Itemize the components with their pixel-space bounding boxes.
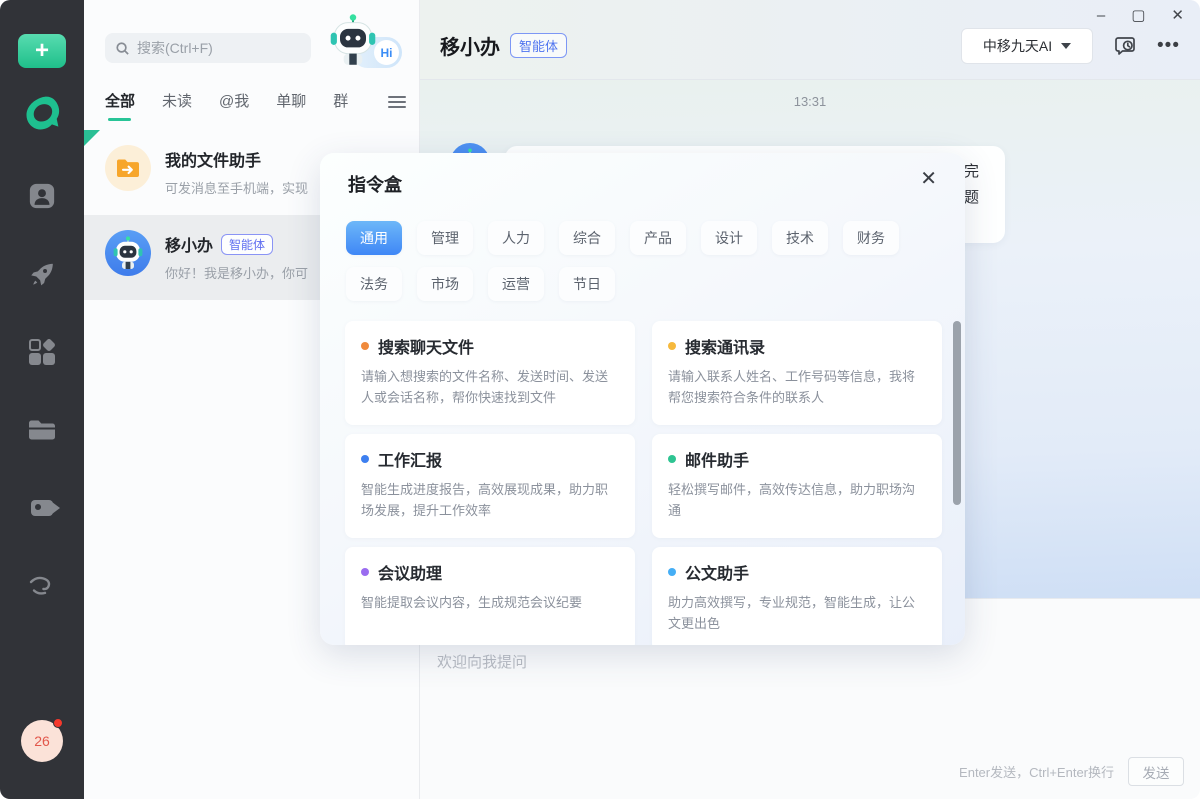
card-description: 助力高效撰写，专业规范，智能生成，让公文更出色	[668, 592, 926, 634]
chat-item-title: 我的文件助手	[165, 147, 261, 171]
agent-badge: 智能体	[510, 33, 567, 58]
tab-unread[interactable]: 未读	[162, 90, 192, 121]
category-tab[interactable]: 综合	[559, 221, 615, 255]
chat-item-subtitle: 你好！我是移小办，你可	[165, 263, 308, 282]
category-tab[interactable]: 通用	[346, 221, 402, 255]
category-tab[interactable]: 财务	[843, 221, 899, 255]
tab-at-me[interactable]: @我	[219, 90, 249, 121]
card-dot-icon	[361, 455, 369, 463]
search-placeholder: 搜索(Ctrl+F)	[137, 38, 213, 58]
chat-item-title: 移小办	[165, 232, 213, 256]
category-tab[interactable]: 节日	[559, 267, 615, 301]
tab-single-chat[interactable]: 单聊	[276, 90, 306, 121]
workbench-apps-icon[interactable]	[26, 336, 58, 368]
minimize-button[interactable]: –	[1097, 8, 1105, 23]
search-input[interactable]: 搜索(Ctrl+F)	[105, 33, 311, 63]
notification-dot	[53, 718, 63, 728]
scrollbar-thumb[interactable]	[953, 321, 961, 505]
category-tab[interactable]: 人力	[488, 221, 544, 255]
card-description: 请输入想搜索的文件名称、发送时间、发送人或会话名称，帮你快速找到文件	[361, 366, 619, 408]
category-tab[interactable]: 技术	[772, 221, 828, 255]
page-title: 移小办	[440, 31, 500, 60]
card-dot-icon	[668, 455, 676, 463]
category-tab[interactable]: 管理	[417, 221, 473, 255]
category-tab[interactable]: 产品	[630, 221, 686, 255]
folder-arrow-icon	[105, 145, 151, 191]
tab-all[interactable]: 全部	[105, 90, 135, 121]
cloud-icon[interactable]	[26, 570, 58, 602]
sidebar: +	[0, 0, 84, 799]
user-avatar[interactable]: 26	[21, 720, 63, 762]
card-description: 智能提取会议内容，生成规范会议纪要	[361, 592, 619, 613]
chevron-down-icon	[1061, 43, 1071, 49]
robot-avatar	[105, 230, 151, 276]
search-icon	[115, 41, 130, 56]
hamburger-list-icon	[387, 94, 407, 110]
card-dot-icon	[668, 342, 676, 350]
card-description: 轻松撰写邮件，高效传达信息，助力职场沟通	[668, 479, 926, 521]
more-options-icon[interactable]: •••	[1157, 35, 1180, 57]
close-icon[interactable]: ✕	[920, 169, 937, 189]
model-selector-dropdown[interactable]: 中移九天AI	[961, 28, 1093, 64]
card-dot-icon	[668, 568, 676, 576]
maximize-button[interactable]: ▢	[1131, 8, 1145, 23]
pinned-corner-marker	[84, 130, 100, 146]
chat-item-subtitle: 可发消息至手机端，实现	[165, 178, 308, 197]
assistant-robot-icon[interactable]	[328, 14, 378, 66]
category-tabs: 通用 管理 人力 综合 产品 设计 技术 财务 法务 市场 运营 节日	[346, 221, 941, 301]
command-card[interactable]: 搜索聊天文件 请输入想搜索的文件名称、发送时间、发送人或会话名称，帮你快速找到文…	[345, 321, 635, 425]
modal-title: 指令盒	[348, 171, 402, 197]
command-card[interactable]: 工作汇报 智能生成进度报告，高效展现成果，助力职场发展，提升工作效率	[345, 434, 635, 538]
composer-placeholder: 欢迎向我提问	[437, 651, 527, 672]
category-tab[interactable]: 法务	[346, 267, 402, 301]
conversation-header: 移小办 智能体 中移九天AI •••	[420, 0, 1200, 80]
window-controls: – ▢ ✕	[1097, 8, 1184, 23]
card-title: 公文助手	[685, 560, 749, 584]
card-dot-icon	[361, 568, 369, 576]
files-folder-icon[interactable]	[26, 414, 58, 446]
command-cards: 搜索聊天文件 请输入想搜索的文件名称、发送时间、发送人或会话名称，帮你快速找到文…	[345, 321, 940, 645]
card-title: 搜索聊天文件	[378, 334, 474, 358]
model-selector-label: 中移九天AI	[983, 36, 1052, 56]
command-card[interactable]: 会议助理 智能提取会议内容，生成规范会议纪要	[345, 547, 635, 645]
agent-badge: 智能体	[221, 234, 273, 255]
card-description: 智能生成进度报告，高效展现成果，助力职场发展，提升工作效率	[361, 479, 619, 521]
category-tab[interactable]: 市场	[417, 267, 473, 301]
send-button[interactable]: 发送	[1128, 757, 1184, 786]
category-tab[interactable]: 设计	[701, 221, 757, 255]
app-window: +	[0, 0, 1200, 799]
list-view-toggle[interactable]	[357, 86, 407, 118]
card-title: 会议助理	[378, 560, 442, 584]
tab-group-chat[interactable]: 群	[333, 90, 348, 121]
card-title: 搜索通讯录	[685, 334, 765, 358]
close-button[interactable]: ✕	[1171, 8, 1184, 23]
command-box-modal: 指令盒 ✕ 通用 管理 人力 综合 产品 设计 技术 财务 法务 市场 运营 节…	[320, 153, 965, 645]
card-description: 请输入联系人姓名、工作号码等信息，我将帮您搜索符合条件的联系人	[668, 366, 926, 408]
rocket-icon[interactable]	[26, 258, 58, 290]
card-title: 邮件助手	[685, 447, 749, 471]
command-card[interactable]: 搜索通讯录 请输入联系人姓名、工作号码等信息，我将帮您搜索符合条件的联系人	[652, 321, 942, 425]
category-tab[interactable]: 运营	[488, 267, 544, 301]
command-card[interactable]: 邮件助手 轻松撰写邮件，高效传达信息，助力职场沟通	[652, 434, 942, 538]
chat-history-icon[interactable]	[1113, 34, 1137, 58]
command-card[interactable]: 公文助手 助力高效撰写，专业规范，智能生成，让公文更出色	[652, 547, 942, 645]
message-timestamp: 13:31	[420, 94, 1200, 109]
add-button[interactable]: +	[18, 34, 66, 68]
app-logo-icon[interactable]	[21, 94, 63, 134]
contacts-icon[interactable]	[26, 180, 58, 212]
card-title: 工作汇报	[378, 447, 442, 471]
unread-total-badge: 26	[34, 733, 50, 749]
card-dot-icon	[361, 342, 369, 350]
send-hint: Enter发送，Ctrl+Enter换行	[959, 762, 1114, 781]
meeting-video-icon[interactable]	[26, 492, 58, 524]
